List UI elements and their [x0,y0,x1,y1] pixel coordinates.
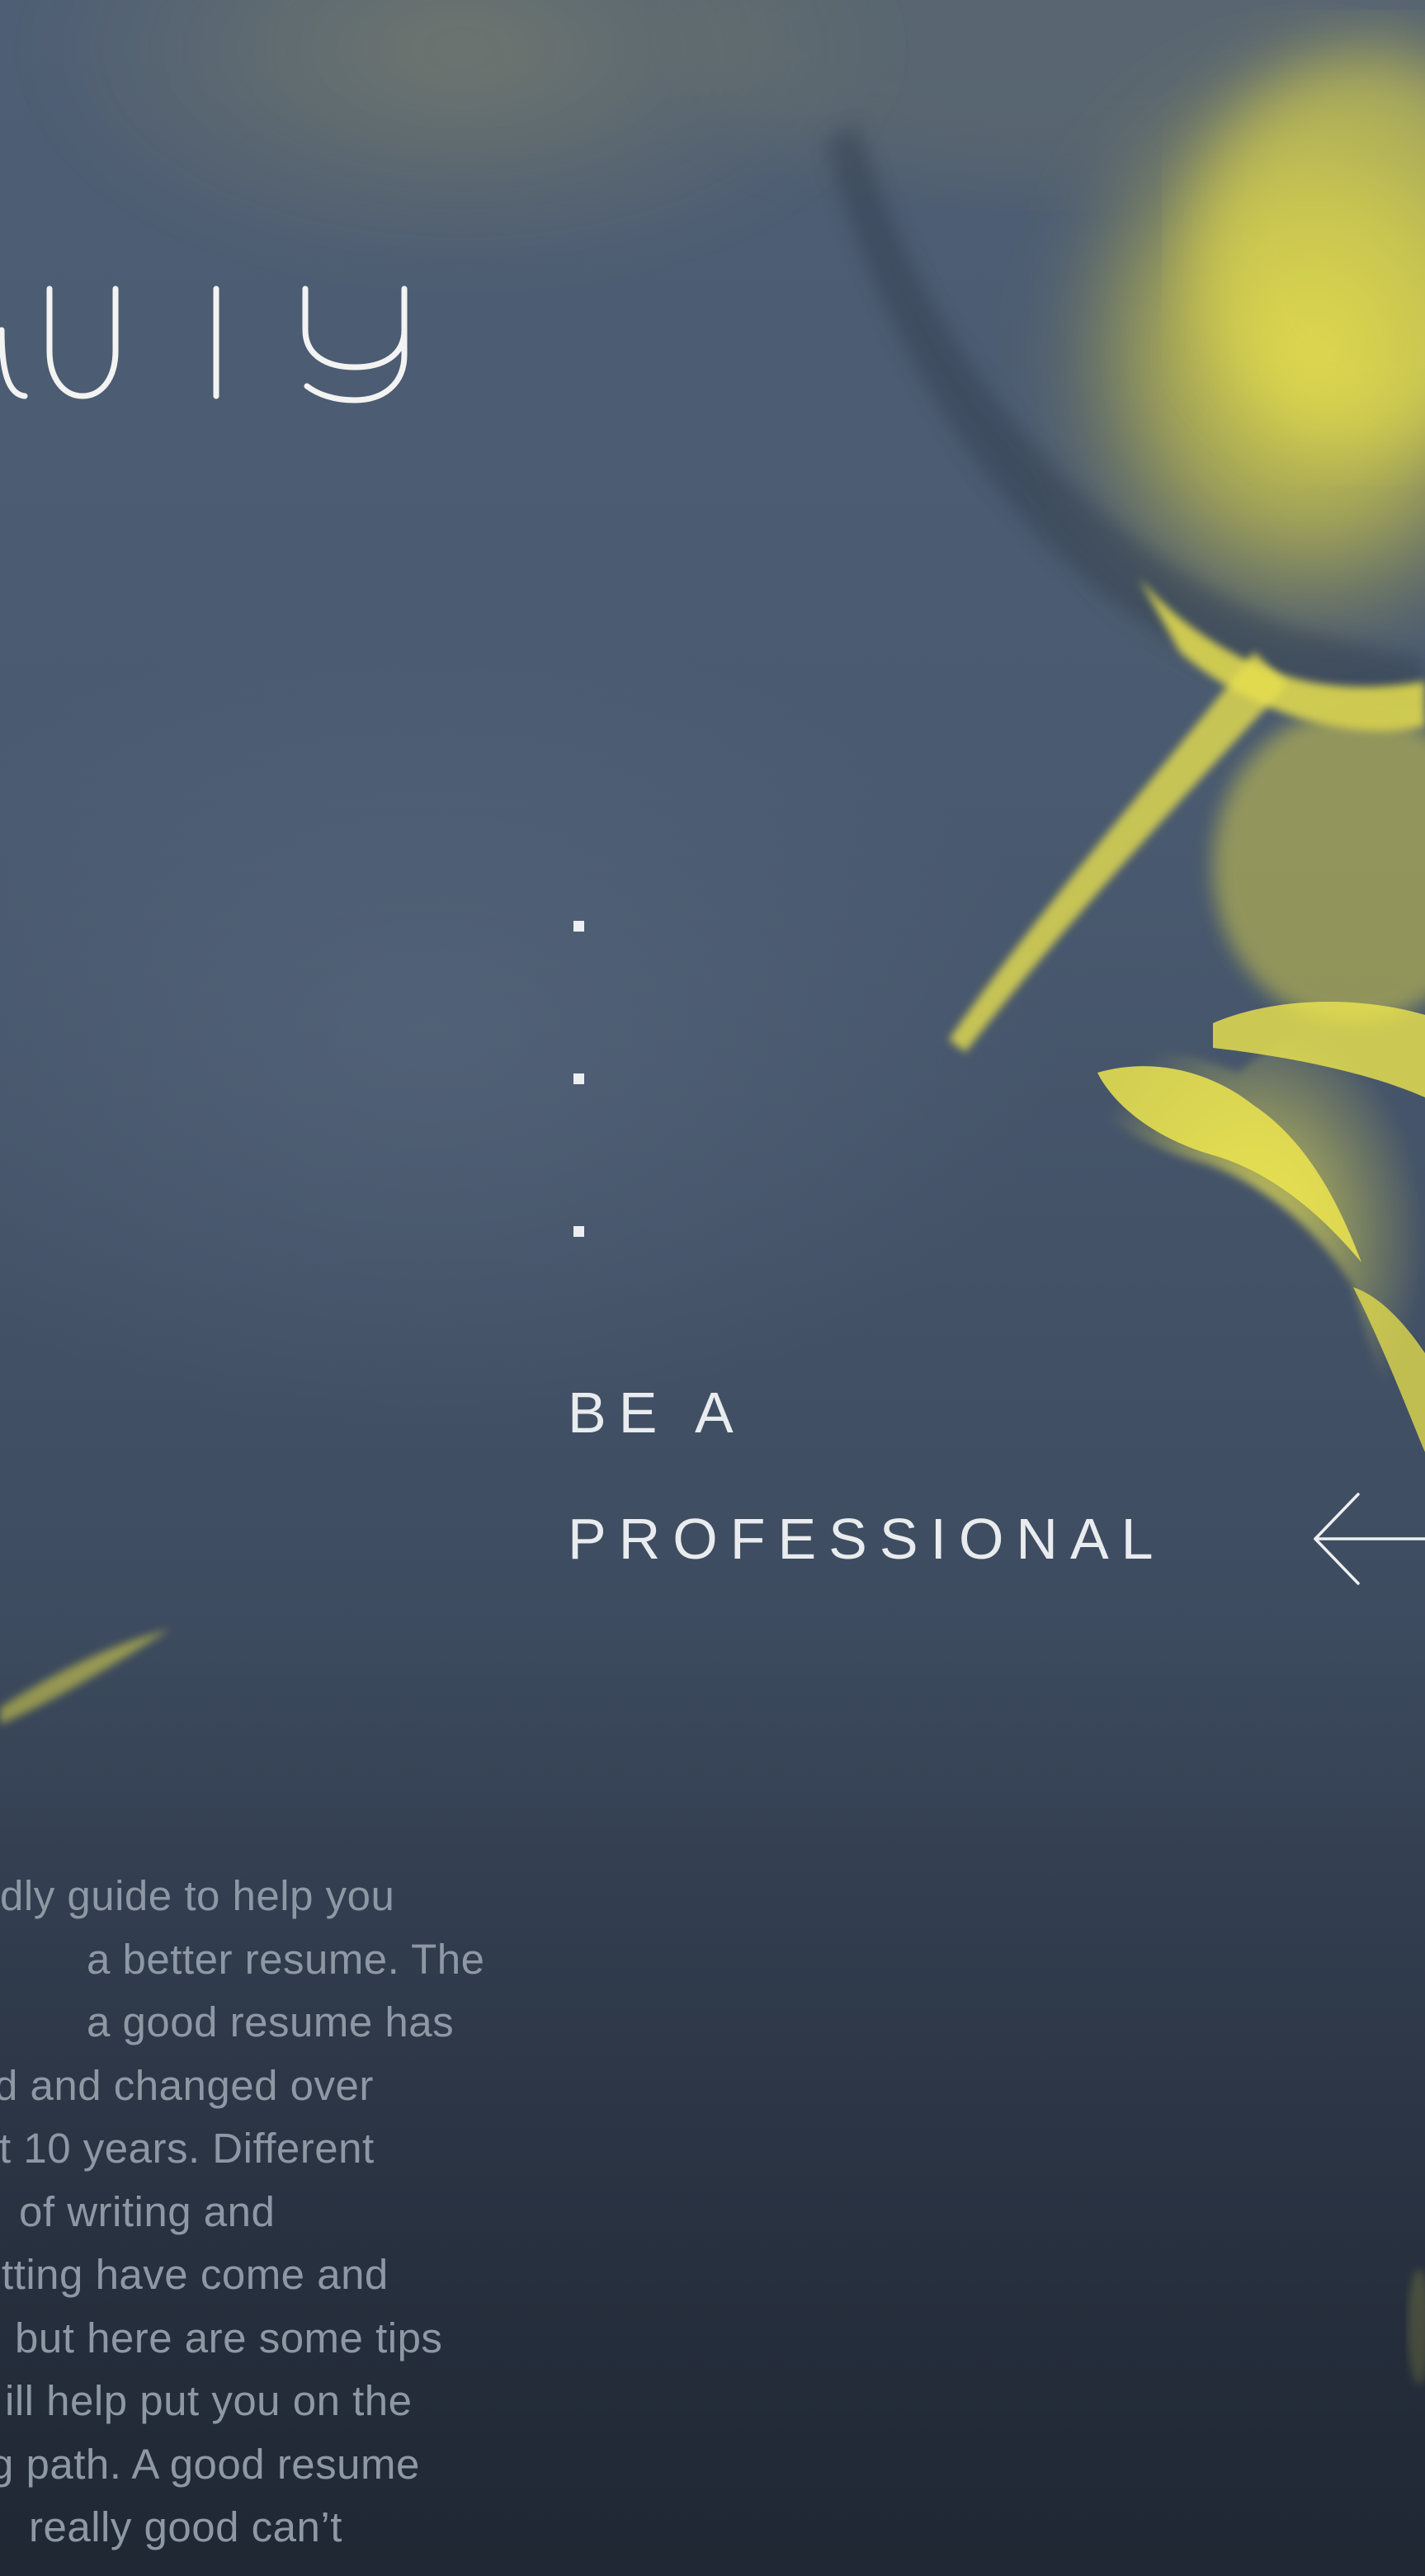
divider-dot [573,921,584,932]
paragraph-line: really good can’t [29,2503,342,2550]
page: BE A PROFESSIONAL dly guide to help you … [0,0,1425,2576]
arrow-left-icon[interactable] [1310,1489,1425,1588]
paragraph-line: tting have come and [2,2251,389,2298]
paragraph-line: ill help put you on the [5,2377,413,2424]
divider-dot [573,1073,584,1084]
brand-logotype [0,285,408,403]
paragraph-line: of writing and [19,2187,276,2235]
headline-line-2: PROFESSIONAL [568,1507,1166,1571]
paragraph-line: dly guide to help you [0,1872,395,1919]
paragraph-line: d and changed over [0,2061,374,2109]
paragraph-line: but here are some tips [15,2314,443,2361]
paragraph-line: a better resume. The [87,1935,485,1983]
intro-paragraph: dly guide to help you a better resume. T… [0,1865,586,2559]
paragraph-line: g path. A good resume [0,2440,420,2488]
headline-line-1: BE A [568,1380,746,1445]
divider-dot [573,1226,584,1237]
paragraph-line: st 10 years. Different [0,2125,375,2172]
paragraph-line: a good resume has [87,1998,455,2045]
